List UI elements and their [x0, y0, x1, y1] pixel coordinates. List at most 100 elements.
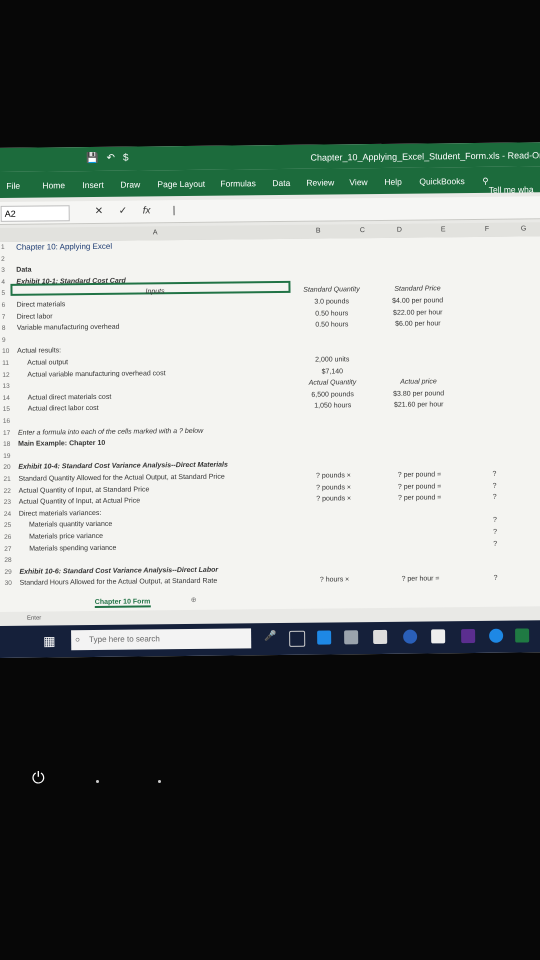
cell-a[interactable]: Actual direct labor cost	[28, 404, 99, 414]
cell-d[interactable]	[380, 563, 460, 564]
cell-d[interactable]	[380, 551, 460, 552]
row-number[interactable]: 24	[4, 510, 13, 519]
cell-a[interactable]: Materials spending variance	[29, 543, 116, 553]
row-number[interactable]: 16	[3, 417, 12, 426]
row-number[interactable]: 17	[3, 428, 12, 437]
cell-a[interactable]: Chapter 10: Applying Excel	[16, 242, 112, 252]
cell-d[interactable]: $22.00 per hour	[378, 308, 458, 318]
name-box[interactable]: A2	[0, 205, 70, 222]
tell-me-search[interactable]: ⚲ Tell me wha	[482, 176, 533, 195]
cell-c[interactable]: Standard Quantity	[292, 285, 370, 295]
row-number[interactable]: 8	[2, 324, 11, 333]
store-icon[interactable]	[373, 629, 388, 645]
row-number[interactable]: 18	[3, 440, 12, 449]
row-number[interactable]: 6	[2, 301, 11, 310]
windows-start-icon[interactable]: ▦	[43, 633, 55, 649]
cell-d[interactable]	[380, 540, 460, 541]
cell-c[interactable]	[292, 262, 370, 263]
cell-d[interactable]: ? per pound =	[379, 470, 459, 480]
cell-a[interactable]: Inputs	[145, 288, 164, 297]
cell-e[interactable]: ?	[490, 539, 500, 548]
cell-c[interactable]	[292, 251, 370, 252]
currency-icon[interactable]: $	[123, 153, 129, 164]
col-header-c[interactable]: C	[360, 227, 365, 234]
cell-c[interactable]: ? pounds ×	[294, 471, 372, 481]
row-number[interactable]: 28	[4, 556, 13, 565]
microphone-icon[interactable]: 🎤	[264, 631, 278, 645]
row-number[interactable]: 21	[3, 475, 12, 484]
cell-c[interactable]: $7,140	[293, 367, 371, 377]
cancel-icon[interactable]: ✕	[95, 206, 104, 217]
cell-d[interactable]	[378, 354, 458, 355]
row-number[interactable]: 27	[4, 544, 13, 553]
row-number[interactable]: 22	[4, 486, 13, 495]
row-number[interactable]: 3	[1, 266, 10, 275]
menu-home[interactable]: Home	[42, 180, 65, 190]
cell-d[interactable]	[377, 250, 457, 251]
taskbar-search[interactable]: ○ Type here to search	[71, 628, 252, 651]
row-number[interactable]: 25	[4, 521, 13, 530]
cell-a[interactable]: Materials price variance	[29, 532, 103, 542]
cell-a[interactable]: Actual output	[27, 358, 68, 367]
insert-function-icon[interactable]: fx	[143, 205, 151, 216]
formula-input[interactable]: |	[173, 205, 176, 216]
row-number[interactable]: 30	[5, 579, 14, 588]
row-number[interactable]: 23	[4, 498, 13, 507]
cell-a[interactable]: Actual Quantity of Input, at Actual Pric…	[19, 497, 140, 507]
col-header-f[interactable]: F	[485, 226, 489, 233]
row-number[interactable]: 26	[4, 533, 13, 542]
cell-a[interactable]: Variable manufacturing overhead	[17, 323, 120, 333]
cell-a[interactable]: Materials quantity variance	[29, 520, 112, 530]
ie-icon[interactable]	[489, 628, 504, 643]
cell-d[interactable]	[379, 435, 459, 436]
row-number[interactable]: 4	[1, 278, 10, 287]
row-number[interactable]: 14	[3, 394, 12, 403]
cell-d[interactable]	[380, 528, 460, 529]
cell-c[interactable]: 0.50 hours	[293, 320, 371, 330]
col-header-a[interactable]: A	[153, 229, 158, 236]
cell-e[interactable]: ?	[490, 516, 500, 525]
file-explorer-icon[interactable]	[344, 630, 359, 645]
cell-d[interactable]	[379, 424, 459, 425]
cell-d[interactable]	[378, 331, 458, 332]
col-header-e[interactable]: E	[441, 226, 446, 233]
cell-e[interactable]: ?	[490, 528, 500, 537]
cell-d[interactable]	[380, 505, 460, 506]
cell-c[interactable]: 1,050 hours	[294, 401, 372, 411]
cell-d[interactable]	[378, 366, 458, 367]
cell-e[interactable]: ?	[490, 481, 500, 490]
menu-review[interactable]: Review	[306, 177, 334, 187]
cell-e[interactable]: ?	[489, 470, 499, 479]
cell-a[interactable]: Exhibit 10-6: Standard Cost Variance Ana…	[19, 565, 218, 576]
add-sheet-icon[interactable]: ⊕	[191, 596, 197, 604]
mail-icon[interactable]	[431, 629, 446, 644]
cell-c[interactable]	[295, 564, 373, 565]
cell-c[interactable]: 2,000 units	[293, 355, 371, 365]
row-number[interactable]: 1	[1, 243, 10, 252]
cell-a[interactable]: Data	[16, 266, 31, 275]
cell-a[interactable]: Standard Quantity Allowed for the Actual…	[18, 473, 224, 484]
menu-insert[interactable]: Insert	[82, 180, 103, 190]
cell-d[interactable]: Standard Price	[377, 285, 457, 295]
undo-icon[interactable]: ↶	[107, 153, 116, 164]
menu-quickbooks[interactable]: QuickBooks	[419, 176, 464, 186]
cell-d[interactable]	[379, 459, 459, 460]
menu-data[interactable]: Data	[272, 178, 290, 188]
cell-a[interactable]: Actual variable manufacturing overhead c…	[27, 369, 165, 379]
cell-c[interactable]: 6,500 pounds	[294, 390, 372, 400]
menu-page-layout[interactable]: Page Layout	[157, 179, 205, 189]
cell-a[interactable]: Exhibit 10-1: Standard Cost Card	[16, 276, 125, 286]
cell-d[interactable]	[377, 261, 457, 262]
worksheet-grid[interactable]: 1 Chapter 10: Applying Excel 2 3 Data 4 Exhibi…	[0, 236, 540, 612]
cell-c[interactable]: 3.0 pounds	[293, 297, 371, 307]
menu-help[interactable]: Help	[384, 177, 402, 187]
row-number[interactable]: 20	[3, 463, 12, 472]
cell-c[interactable]	[295, 552, 373, 553]
enter-check-icon[interactable]: ✓	[119, 206, 128, 217]
cell-d[interactable]: $3.80 per pound	[379, 389, 459, 399]
menu-formulas[interactable]: Formulas	[220, 178, 256, 188]
cell-a[interactable]: Actual Quantity of Input, at Standard Pr…	[19, 485, 150, 495]
cell-e[interactable]: ?	[490, 493, 500, 502]
cell-a[interactable]: Main Example: Chapter 10	[18, 439, 105, 449]
cell-a[interactable]: Direct materials	[17, 300, 66, 310]
